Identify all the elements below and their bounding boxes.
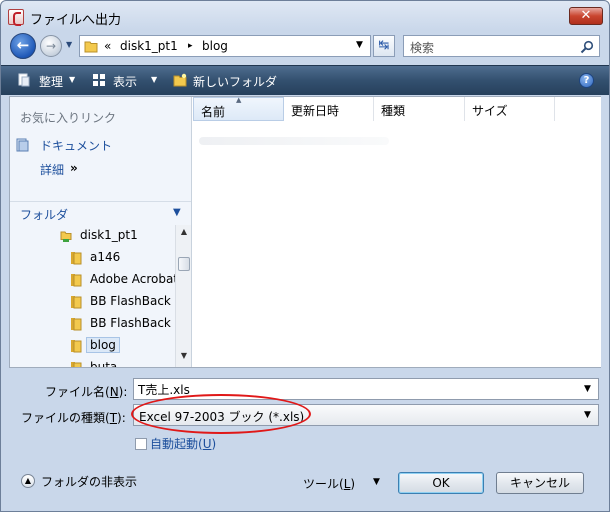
folder-icon [71, 318, 82, 331]
chevron-down-icon[interactable]: ▼ [356, 40, 363, 50]
chevron-up-icon[interactable]: ▲ [21, 474, 35, 488]
folder-tree-scrollbar[interactable]: ▲ ▼ [175, 225, 191, 367]
help-icon[interactable]: ? [579, 73, 594, 88]
tree-item[interactable]: a146 [10, 247, 176, 269]
autostart-checkbox[interactable] [135, 438, 147, 450]
breadcrumb-separator-icon[interactable]: ▸ [188, 41, 193, 51]
app-icon [8, 9, 24, 26]
cancel-button[interactable]: キャンセル [496, 472, 584, 494]
organize-button[interactable]: 整理 [39, 73, 63, 90]
title-bar: ファイルへ出力 ✕ [1, 1, 609, 31]
drive-icon [60, 231, 72, 242]
column-header-type[interactable]: 種類 [374, 97, 465, 121]
ok-button[interactable]: OK [398, 472, 484, 494]
file-row-placeholder [199, 137, 389, 145]
hide-folders-button[interactable]: フォルダの非表示 [41, 473, 137, 490]
folder-icon [71, 296, 82, 309]
chevron-down-icon[interactable]: ▼ [584, 384, 591, 394]
arrow-right-icon: → [45, 39, 57, 53]
chevron-down-icon[interactable]: ▼ [151, 75, 157, 84]
chevron-down-icon: ▼ [66, 40, 73, 49]
tree-item[interactable]: BB FlashBack [10, 291, 176, 313]
window-title: ファイルへ出力 [30, 13, 122, 28]
folders-header[interactable]: フォルダ ▼ [10, 201, 191, 223]
history-dropdown[interactable]: ▼ [66, 40, 75, 52]
favorite-links-header: お気に入りリンク [20, 111, 117, 125]
details-toggle[interactable]: 詳細 [40, 161, 64, 178]
new-folder-button[interactable]: 新しいフォルダ [193, 73, 277, 90]
browser-pane: お気に入りリンク ドキュメント 詳細 » フォルダ ▼ disk1_pt1 a1… [9, 96, 601, 368]
tree-item[interactable]: Adobe Acrobat [10, 269, 176, 291]
command-toolbar: 整理 ▼ 表示 ▼ 新しいフォルダ ? [1, 65, 609, 95]
folders-label: フォルダ [20, 208, 69, 222]
document-icon [16, 138, 29, 152]
chevron-right-double-icon[interactable]: » [70, 161, 78, 175]
file-list[interactable]: ▲ 名前 更新日時 種類 サイズ [193, 96, 601, 367]
filename-label: ファイル名(N): [45, 385, 128, 399]
folder-icon [84, 41, 98, 53]
folder-tree: disk1_pt1 a146 Adobe Acrobat BB FlashBac… [10, 225, 176, 367]
filename-input[interactable]: T売上.xls ▼ [133, 378, 599, 400]
breadcrumb-item[interactable]: blog [202, 39, 228, 53]
chevron-down-icon[interactable]: ▼ [584, 410, 591, 420]
scroll-down-icon[interactable]: ▼ [178, 351, 190, 365]
save-dialog: ファイルへ出力 ✕ ← → ▼ « disk1_pt1 ▸ blog ▼ ↹ 検… [0, 0, 610, 512]
forward-button[interactable]: → [40, 35, 62, 57]
favorite-link-documents[interactable]: ドキュメント [40, 137, 112, 154]
refresh-icon: ↹ [378, 38, 390, 53]
back-button[interactable]: ← [10, 33, 36, 59]
folder-icon [71, 362, 82, 367]
folder-icon [71, 252, 82, 265]
breadcrumb-overflow[interactable]: « [104, 39, 111, 53]
arrow-left-icon: ← [16, 36, 30, 54]
views-button[interactable]: 表示 [113, 73, 137, 90]
search-placeholder: 検索 [410, 41, 435, 55]
column-header-modified[interactable]: 更新日時 [284, 97, 374, 121]
column-header-size[interactable]: サイズ [465, 97, 555, 121]
address-bar[interactable]: « disk1_pt1 ▸ blog ▼ [79, 35, 371, 57]
column-header-name[interactable]: ▲ 名前 [193, 96, 284, 121]
folder-icon [71, 340, 82, 353]
new-folder-icon [173, 73, 187, 87]
tree-item[interactable]: disk1_pt1 [10, 225, 176, 247]
breadcrumb-item[interactable]: disk1_pt1 [120, 39, 178, 53]
chevron-down-icon[interactable]: ▼ [69, 75, 75, 84]
scroll-up-icon[interactable]: ▲ [178, 227, 190, 241]
search-icon[interactable] [580, 40, 594, 54]
folder-icon [71, 274, 82, 287]
tree-item[interactable]: BB FlashBack [10, 313, 176, 335]
organize-icon [18, 73, 30, 87]
tools-button[interactable]: ツール(L) [303, 475, 355, 492]
filetype-value: Excel 97-2003 ブック (*.xls) [139, 410, 305, 424]
filename-value: T売上.xls [138, 383, 190, 397]
close-button[interactable]: ✕ [569, 7, 603, 25]
filetype-select[interactable]: Excel 97-2003 ブック (*.xls) ▼ [133, 404, 599, 426]
autostart-label[interactable]: 自動起動(U) [150, 435, 216, 452]
chevron-down-icon[interactable]: ▼ [373, 477, 380, 487]
views-icon [93, 74, 105, 86]
refresh-button[interactable]: ↹ [373, 35, 395, 57]
search-input[interactable]: 検索 [403, 35, 600, 57]
navigation-pane: お気に入りリンク ドキュメント 詳細 » フォルダ ▼ disk1_pt1 a1… [10, 97, 192, 367]
sort-ascending-icon: ▲ [236, 96, 242, 104]
tree-item-selected[interactable]: blog [10, 335, 176, 357]
tree-item[interactable]: buta [10, 357, 176, 367]
scroll-thumb[interactable] [178, 257, 190, 271]
chevron-down-icon: ▼ [173, 207, 181, 218]
filetype-label: ファイルの種類(T): [21, 411, 126, 425]
